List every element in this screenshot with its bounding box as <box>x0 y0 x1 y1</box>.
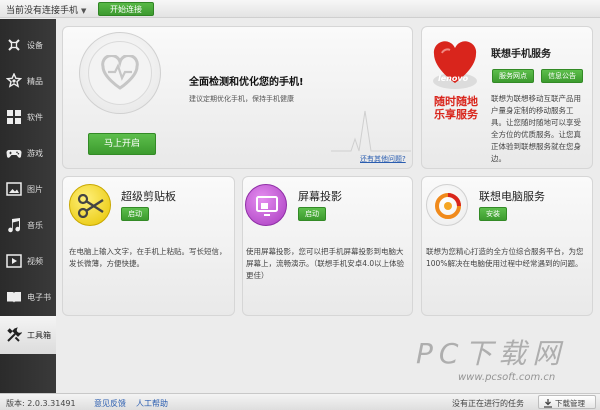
projection-icon <box>245 184 287 226</box>
start-optimize-button[interactable]: 马上开启 <box>88 133 156 155</box>
music-note-icon <box>6 217 22 233</box>
scissors-icon <box>69 184 111 226</box>
health-check-card: 马上开启 全面检测和优化您的手机! 建议定期优化手机，保持手机健康 还有其他问题… <box>62 26 413 169</box>
super-clipboard-card: 超级剪贴板 启动 在电脑上输入文字，在手机上粘贴。写长短信，发长微薄，方便快捷。 <box>62 176 235 316</box>
projection-description: 使用屏幕投影，您可以把手机屏幕投影到电脑大屏幕上，流畅演示。（联想手机安卓4.0… <box>246 247 405 280</box>
health-gauge <box>79 32 161 114</box>
task-status: 没有正在进行的任务 <box>452 399 524 408</box>
tools-icon <box>6 327 22 343</box>
device-selector-label: 当前没有连接手机 <box>6 6 79 16</box>
pulse-line-graphic <box>331 110 411 152</box>
lenovo-heart-logo: lenovo <box>428 37 482 91</box>
sidebar-item-toolbox[interactable]: 工具箱 <box>0 316 56 354</box>
status-bar: 版本: 2.0.3.31491 意见反馈 人工帮助 没有正在进行的任务 下载管理 <box>0 393 600 410</box>
sidebar-item-label: 工具箱 <box>27 331 51 340</box>
lenovo-service-description: 联想为联想移动互联产品用户量身定制的移动服务工具。让您随时随地可以享受全方位的优… <box>491 94 581 163</box>
download-icon <box>544 399 552 408</box>
service-outlets-button[interactable]: 服务网点 <box>492 69 534 83</box>
clipboard-title: 超级剪贴板 <box>121 190 176 203</box>
info-notice-button[interactable]: 信息公告 <box>541 69 583 83</box>
health-subtitle: 建议定期优化手机，保持手机健康 <box>189 95 294 103</box>
lenovo-pc-service-card: 联想电脑服务 安装 联想为您精心打造的全方位综合服务平台，为您100%解决在电脑… <box>421 176 593 316</box>
sidebar-item-software[interactable]: 软件 <box>0 99 56 135</box>
slogan-line-1: 随时随地 <box>434 95 478 108</box>
sidebar-item-label: 游戏 <box>27 149 43 158</box>
device-icon <box>6 37 22 53</box>
video-icon <box>6 253 22 269</box>
lenovo-phone-service-card: lenovo 随时随地 乐享服务 联想手机服务 服务网点 信息公告 联想为联想移… <box>421 26 593 169</box>
heart-pulse-icon <box>101 55 139 90</box>
lenovo-slogan: 随时随地 乐享服务 <box>432 95 480 121</box>
slogan-line-2: 乐享服务 <box>434 108 478 121</box>
pc-service-icon <box>426 184 468 226</box>
feedback-link[interactable]: 意见反馈 <box>94 398 126 409</box>
clipboard-description: 在电脑上输入文字，在手机上粘贴。写长短信，发长微薄，方便快捷。 <box>69 247 227 268</box>
sidebar-item-ebook[interactable]: 电子书 <box>0 279 56 315</box>
apps-grid-icon <box>6 109 22 125</box>
download-manager-label: 下载管理 <box>555 399 585 408</box>
pc-service-description: 联想为您精心打造的全方位综合服务平台，为您100%解决在电脑使用过程中经常遇到的… <box>426 247 584 268</box>
manual-help-link[interactable]: 人工帮助 <box>136 398 168 409</box>
pc-service-title: 联想电脑服务 <box>479 190 545 203</box>
pc-service-install-button[interactable]: 安装 <box>479 207 507 221</box>
chevron-down-icon: ▼ <box>81 7 87 15</box>
projection-title: 屏幕投影 <box>298 190 342 203</box>
sidebar-item-games[interactable]: 游戏 <box>0 135 56 171</box>
lenovo-logo-text: lenovo <box>438 74 469 83</box>
sidebar-item-label: 设备 <box>27 41 43 50</box>
sidebar-item-music[interactable]: 音乐 <box>0 207 56 243</box>
sidebar-item-pictures[interactable]: 图片 <box>0 171 56 207</box>
sidebar-item-label: 视频 <box>27 257 43 266</box>
download-manager-button[interactable]: 下载管理 <box>538 395 596 409</box>
projection-start-button[interactable]: 启动 <box>298 207 326 221</box>
watermark-text: PC下载网 <box>416 337 567 370</box>
sidebar-item-video[interactable]: 视频 <box>0 243 56 279</box>
gamepad-icon <box>6 145 22 161</box>
sidebar-item-device[interactable]: 设备 <box>0 27 56 63</box>
sidebar-item-featured[interactable]: 精品 <box>0 63 56 99</box>
sidebar-item-label: 精品 <box>27 77 43 86</box>
sidebar-item-label: 电子书 <box>27 293 51 302</box>
more-questions-link[interactable]: 还有其他问题? <box>360 154 406 164</box>
sidebar-item-label: 软件 <box>27 113 43 122</box>
sidebar: 设备 精品 软件 游戏 图片 音乐 视频 电子书 工具箱 <box>0 19 56 393</box>
book-icon <box>6 289 22 305</box>
lenovo-service-title: 联想手机服务 <box>491 49 551 60</box>
connect-button[interactable]: 开始连接 <box>98 2 154 16</box>
device-selector[interactable]: 当前没有连接手机 ▼ <box>6 3 86 16</box>
health-title: 全面检测和优化您的手机! <box>189 77 304 88</box>
sidebar-item-label: 音乐 <box>27 221 43 230</box>
version-label: 版本: 2.0.3.31491 <box>6 399 76 408</box>
screen-projection-card: 屏幕投影 启动 使用屏幕投影，您可以把手机屏幕投影到电脑大屏幕上，流畅演示。（联… <box>242 176 413 316</box>
watermark-url: www.pcsoft.com.cn <box>458 372 556 383</box>
sidebar-item-label: 图片 <box>27 185 43 194</box>
clipboard-start-button[interactable]: 启动 <box>121 207 149 221</box>
top-bar: 当前没有连接手机 ▼ 开始连接 <box>0 0 600 18</box>
star-icon <box>6 73 22 89</box>
picture-icon <box>6 181 22 197</box>
